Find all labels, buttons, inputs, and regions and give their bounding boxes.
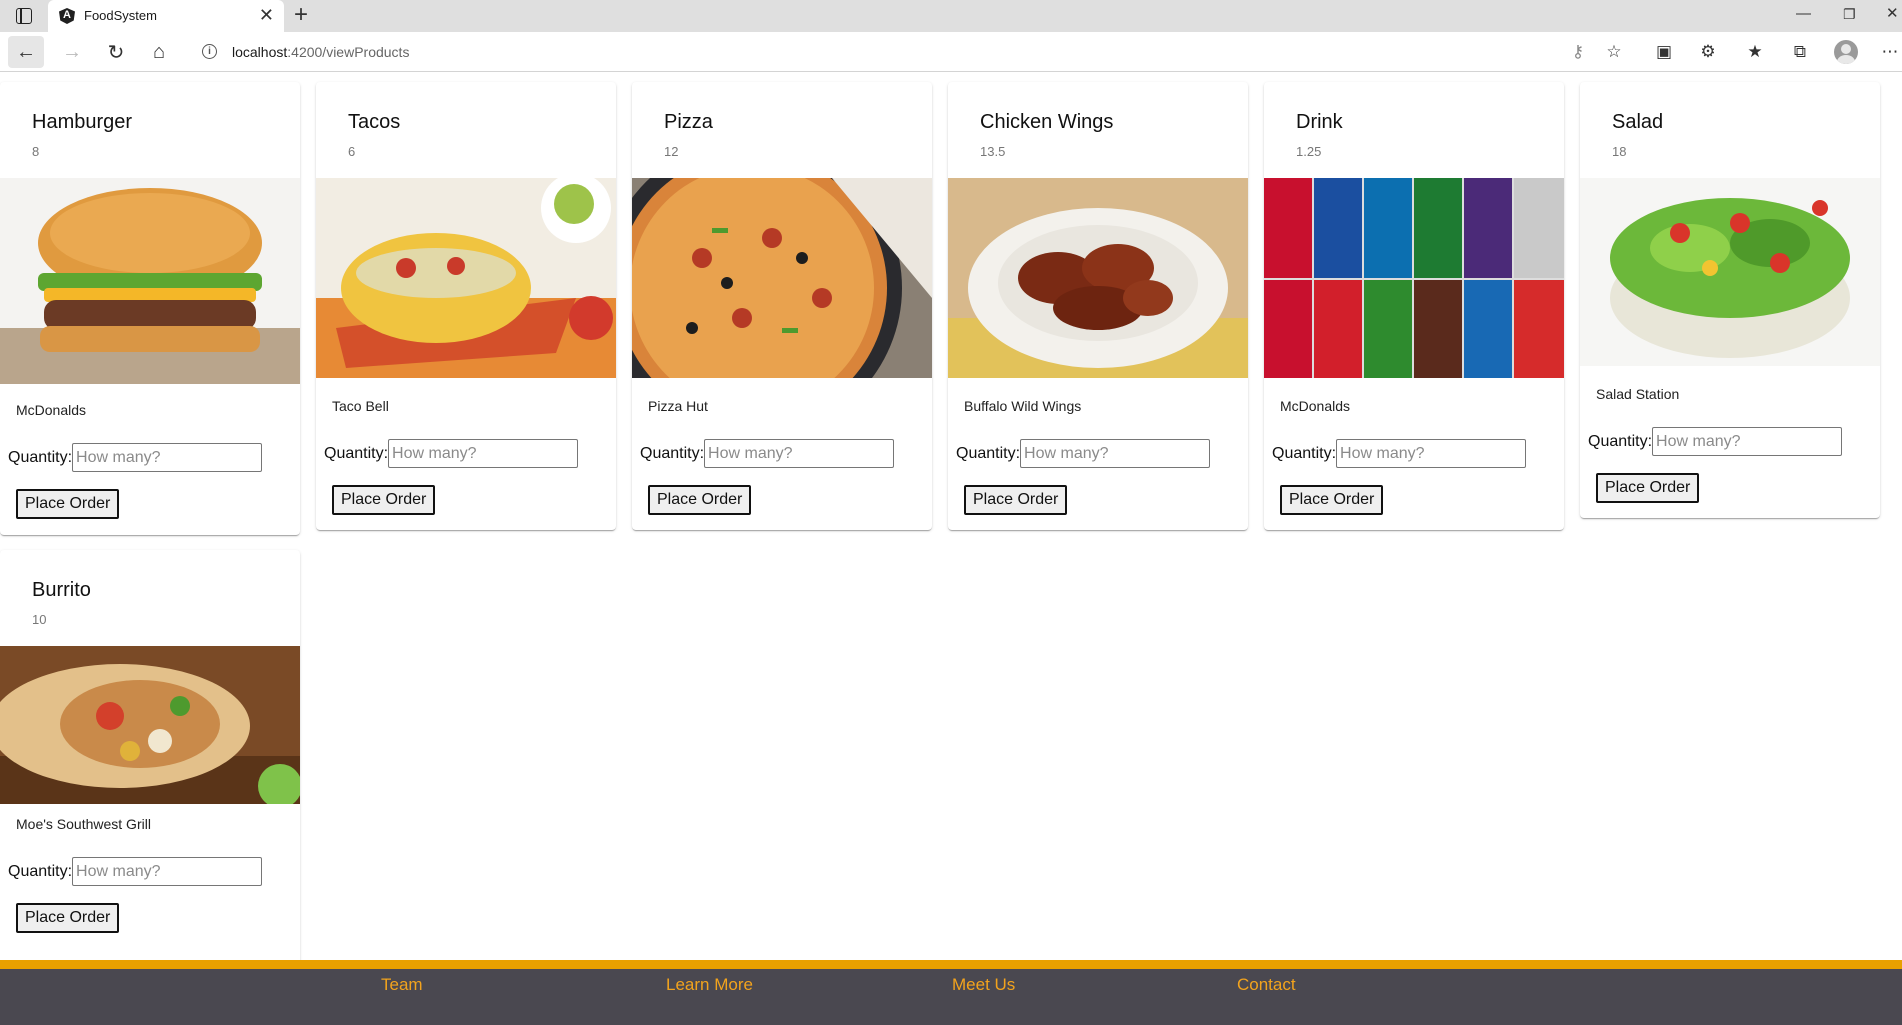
place-order-button[interactable]: Place Order xyxy=(1280,485,1384,515)
place-order-button[interactable]: Place Order xyxy=(648,485,752,515)
forward-icon: → xyxy=(62,40,82,63)
refresh-icon[interactable]: ↻ xyxy=(98,36,134,68)
product-price: 10 xyxy=(32,612,47,627)
quantity-input[interactable] xyxy=(1652,427,1843,456)
product-price: 18 xyxy=(1612,144,1627,159)
place-order-button[interactable]: Place Order xyxy=(332,485,436,515)
product-name: Pizza xyxy=(664,111,713,133)
key-icon[interactable]: ⚷ xyxy=(1564,38,1592,66)
address-bar[interactable]: i localhost:4200/viewProducts xyxy=(188,36,1628,68)
product-card: Chicken Wings 13.5 Buffalo Wild Wings Qu… xyxy=(948,82,1248,530)
favorites-icon[interactable]: ★ xyxy=(1741,38,1769,66)
favorite-add-icon[interactable]: ☆ xyxy=(1600,38,1628,66)
product-vendor: Taco Bell xyxy=(332,398,389,414)
place-order-button[interactable]: Place Order xyxy=(1596,473,1700,503)
product-card: Burrito 10 Moe's Southwest Grill Quantit… xyxy=(0,550,300,960)
footer-heading-team: Team xyxy=(381,975,423,994)
quantity-label: Quantity: xyxy=(1272,444,1337,462)
place-order-button[interactable]: Place Order xyxy=(16,489,120,519)
salad-image xyxy=(1580,178,1880,366)
quantity-row: Quantity: xyxy=(324,439,579,468)
footer-accent-stripe xyxy=(0,960,1902,969)
chicken-wings-image xyxy=(948,178,1248,378)
close-window-icon[interactable]: ✕ xyxy=(1886,4,1899,24)
quantity-row: Quantity: xyxy=(1588,427,1843,456)
quantity-input[interactable] xyxy=(72,857,263,886)
quantity-row: Quantity: xyxy=(8,443,263,472)
product-card: Tacos 6 Taco Bell Quantity: Place Order xyxy=(316,82,616,530)
angular-favicon-icon xyxy=(59,8,75,24)
restore-icon[interactable]: ❐ xyxy=(1843,4,1856,24)
quantity-label: Quantity: xyxy=(640,444,705,462)
quantity-input[interactable] xyxy=(704,439,895,468)
browser-toolbar: ← → ↻ ⌂ i localhost:4200/viewProducts ⚷ … xyxy=(0,32,1902,72)
product-card: Hamburger 8 McDonalds Quantity: Place Or… xyxy=(0,82,300,535)
products-page: Hamburger 8 McDonalds Quantity: Place Or… xyxy=(0,72,1902,960)
drink-cans-image xyxy=(1264,178,1564,378)
product-vendor: Moe's Southwest Grill xyxy=(16,816,151,832)
product-name: Burrito xyxy=(32,579,91,601)
extensions-icon[interactable]: ⚙ xyxy=(1694,38,1722,66)
product-vendor: Salad Station xyxy=(1596,386,1680,402)
minimize-icon[interactable]: — xyxy=(1796,4,1811,24)
url-text[interactable]: localhost:4200/viewProducts xyxy=(232,44,409,60)
product-name: Tacos xyxy=(348,111,401,133)
product-name: Salad xyxy=(1612,111,1664,133)
tab-close-icon[interactable]: ✕ xyxy=(259,5,274,25)
footer-heading-meet-us: Meet Us xyxy=(952,975,1016,994)
product-card: Pizza 12 Pizza Hut Quantity: How many? P… xyxy=(632,82,932,530)
browser-tab[interactable]: FoodSystem ✕ xyxy=(48,0,284,32)
product-vendor: McDonalds xyxy=(1280,398,1351,414)
extension-square-icon[interactable]: ▣ xyxy=(1650,38,1678,66)
quantity-label: Quantity: xyxy=(1588,432,1653,450)
quantity-input[interactable] xyxy=(1020,439,1211,468)
quantity-label: Quantity: xyxy=(956,444,1021,462)
burrito-image xyxy=(0,646,300,804)
product-price: 13.5 xyxy=(980,144,1006,159)
product-name: Hamburger xyxy=(32,111,133,133)
back-icon[interactable]: ← xyxy=(8,36,44,68)
quantity-input[interactable] xyxy=(1336,439,1527,468)
product-card: Drink 1.25 McDonalds Quantity: How many?… xyxy=(1264,82,1564,530)
quantity-label: Quantity: xyxy=(8,448,73,466)
hamburger-image xyxy=(0,178,300,384)
product-price: 6 xyxy=(348,144,356,159)
product-price: 1.25 xyxy=(1296,144,1322,159)
product-name: Chicken Wings xyxy=(980,111,1114,133)
quantity-row: Quantity: xyxy=(640,439,895,468)
pizza-image xyxy=(632,178,932,378)
footer: Team Learn More Meet Us Contact xyxy=(0,969,1902,1025)
quantity-row: Quantity: xyxy=(8,857,263,886)
quantity-input[interactable] xyxy=(388,439,579,468)
product-card: Salad 18 Salad Station Quantity: Place O… xyxy=(1580,82,1880,518)
tab-title: FoodSystem xyxy=(84,8,157,23)
tab-actions-icon[interactable] xyxy=(16,8,32,24)
product-vendor: McDonalds xyxy=(16,402,87,418)
home-icon[interactable]: ⌂ xyxy=(141,36,177,68)
profile-avatar[interactable] xyxy=(1834,40,1858,64)
collections-icon[interactable]: ⧉ xyxy=(1786,38,1814,66)
footer-heading-contact: Contact xyxy=(1237,975,1296,994)
quantity-row: Quantity: xyxy=(956,439,1211,468)
quantity-row: Quantity: xyxy=(1272,439,1527,468)
product-price: 12 xyxy=(664,144,679,159)
more-options-icon[interactable]: ⋯ xyxy=(1876,38,1902,66)
product-vendor: Buffalo Wild Wings xyxy=(964,398,1082,414)
product-name: Drink xyxy=(1296,111,1343,133)
product-vendor: Pizza Hut xyxy=(648,398,708,414)
new-tab-icon[interactable]: + xyxy=(294,2,308,28)
footer-heading-learn-more: Learn More xyxy=(666,975,753,994)
browser-tab-bar: FoodSystem ✕ + — ❐ ✕ xyxy=(0,0,1902,32)
quantity-input[interactable] xyxy=(72,443,263,472)
quantity-label: Quantity: xyxy=(8,862,73,880)
quantity-label: Quantity: xyxy=(324,444,389,462)
site-info-icon[interactable]: i xyxy=(202,44,217,59)
place-order-button[interactable]: Place Order xyxy=(964,485,1068,515)
tacos-image xyxy=(316,178,616,378)
product-price: 8 xyxy=(32,144,40,159)
place-order-button[interactable]: Place Order xyxy=(16,903,120,933)
